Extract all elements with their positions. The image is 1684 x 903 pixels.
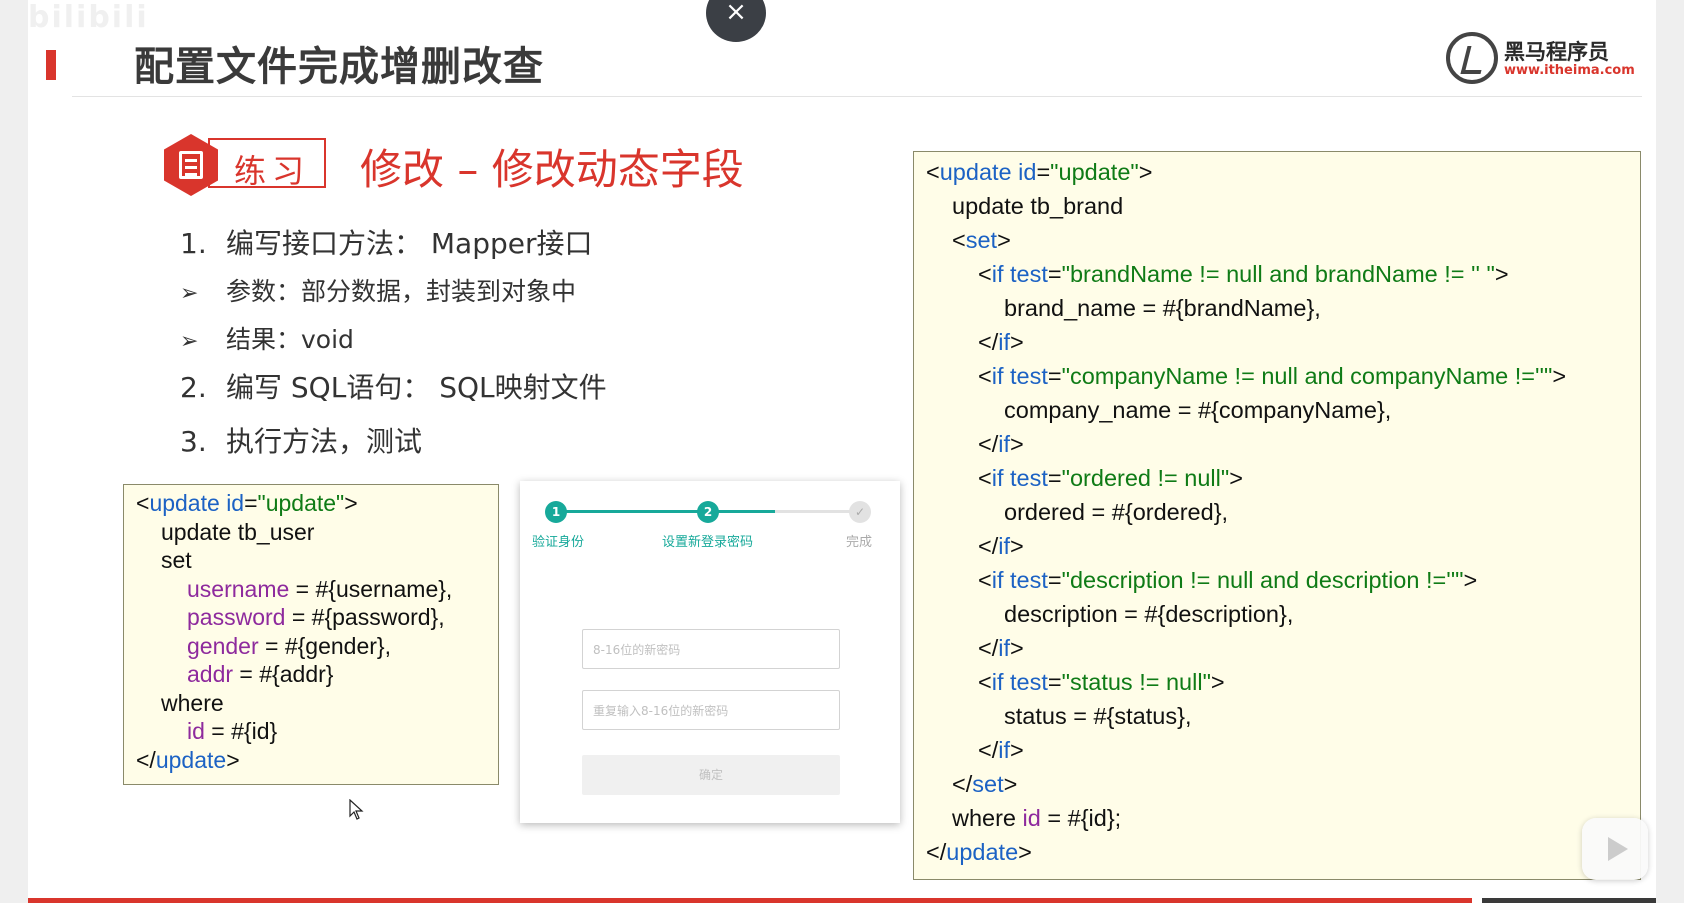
- code-line: addr = #{addr}: [187, 661, 334, 687]
- sql-example-code: <update id="update"> update tb_user set …: [123, 484, 499, 785]
- step-2: 2. 编写 SQL语句： SQL映射文件: [180, 371, 607, 404]
- progress-label-3: 完成: [846, 535, 873, 550]
- left-gutter: [0, 0, 28, 903]
- code-line: <if test="ordered != null">: [978, 465, 1243, 491]
- slide: bilibili 配置文件完成增删改查 黑马程序员 www.itheima.co…: [28, 0, 1656, 903]
- progress-label-2: 设置新登录密码: [662, 535, 754, 550]
- code-line: ordered = #{ordered},: [1004, 499, 1229, 525]
- progress-step-2: 2: [697, 501, 719, 523]
- title-accent-bar: [46, 50, 56, 80]
- code-line: update tb_brand: [952, 193, 1124, 219]
- code-line: id = #{id}: [187, 718, 278, 744]
- code-line: status = #{status},: [1004, 703, 1192, 729]
- progress-label-1: 验证身份: [532, 535, 585, 550]
- code-line: </update>: [926, 839, 1032, 865]
- code-line: <if test="companyName != null and compan…: [978, 363, 1567, 389]
- mouse-cursor-icon: [349, 798, 365, 825]
- code-line: </if>: [978, 635, 1024, 661]
- code-line: set: [161, 547, 192, 573]
- page-title: 配置文件完成增删改查: [134, 44, 544, 90]
- confirm-button[interactable]: 确定: [582, 755, 840, 795]
- progress-step-1: 1: [545, 501, 567, 523]
- progress-fill: [556, 510, 775, 513]
- reset-password-form: 1 2 ✓ 验证身份 设置新登录密码 完成 8-16位的新密码 重复输入8-16…: [520, 481, 900, 823]
- code-line: <update id="update">: [926, 159, 1153, 185]
- code-line: </if>: [978, 737, 1024, 763]
- code-line: where id = #{id};: [952, 805, 1122, 831]
- code-line: <if test="status != null">: [978, 669, 1225, 695]
- code-line: <set>: [952, 227, 1011, 253]
- code-line: update tb_user: [161, 519, 315, 545]
- code-line: company_name = #{companyName},: [1004, 397, 1392, 423]
- code-line: description = #{description},: [1004, 601, 1294, 627]
- play-icon[interactable]: [1582, 818, 1648, 880]
- code-line: username = #{username},: [187, 576, 453, 602]
- code-line: </if>: [978, 329, 1024, 355]
- code-line: gender = #{gender},: [187, 633, 391, 659]
- progress-step-3: ✓: [849, 501, 871, 523]
- bilibili-watermark: bilibili: [28, 0, 149, 35]
- step-3: 3. 执行方法，测试: [180, 425, 423, 458]
- step-result: ➢ 结果：void: [180, 325, 354, 354]
- code-line: <if test="description != null and descri…: [978, 567, 1478, 593]
- bottom-accent-bar: [28, 898, 1472, 903]
- exercise-label-box: 练习: [208, 138, 326, 190]
- logo-url: www.itheima.com: [1504, 63, 1635, 78]
- bottom-dark-bar: [1482, 898, 1656, 903]
- code-line: <if test="brandName != null and brandNam…: [978, 261, 1509, 287]
- confirm-password-input[interactable]: 重复输入8-16位的新密码: [582, 690, 840, 730]
- code-line: where: [161, 690, 224, 716]
- exercise-badge: 练习: [164, 132, 326, 196]
- code-line: <update id="update">: [136, 490, 358, 516]
- itheima-logo: 黑马程序员 www.itheima.com: [1446, 32, 1636, 84]
- dynamic-update-code: <update id="update"> update tb_brand <se…: [913, 151, 1641, 880]
- code-line: </update>: [136, 747, 240, 773]
- new-password-input[interactable]: 8-16位的新密码: [582, 629, 840, 669]
- logo-name: 黑马程序员: [1504, 40, 1609, 64]
- code-line: </if>: [978, 431, 1024, 457]
- step-param: ➢ 参数：部分数据，封装到对象中: [180, 277, 577, 306]
- section-title: 修改 – 修改动态字段: [360, 145, 744, 194]
- logo-mark-icon: [1446, 32, 1498, 84]
- code-line: </set>: [952, 771, 1018, 797]
- right-gutter: [1656, 0, 1684, 903]
- code-line: </if>: [978, 533, 1024, 559]
- header-divider: [72, 96, 1642, 97]
- step-1: 1. 编写接口方法： Mapper接口: [180, 227, 593, 260]
- code-line: password = #{password},: [187, 604, 445, 630]
- code-line: brand_name = #{brandName},: [1004, 295, 1321, 321]
- exercise-label: 练习: [234, 152, 311, 190]
